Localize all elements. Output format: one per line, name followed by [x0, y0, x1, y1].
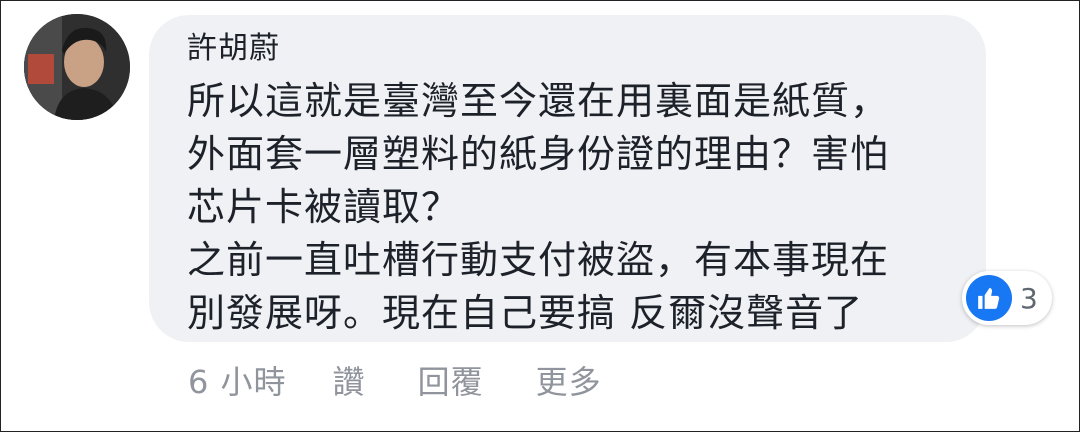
comment-text-line: 之前一直吐槽行動支付被盜，有本事現在 — [187, 238, 890, 282]
comment-bubble: 許胡蔚 所以這就是臺灣至今還在用裏面是紙質， 外面套一層塑料的紙身份證的理由？害… — [149, 15, 986, 342]
comment-timestamp[interactable]: 6 小時 — [188, 357, 287, 403]
comment-text-line: 芯片卡被讀取？ — [187, 185, 461, 229]
comment-text-line: 所以這就是臺灣至今還在用裏面是紙質， — [187, 79, 890, 123]
avatar[interactable] — [24, 14, 130, 120]
like-link[interactable]: 讚 — [333, 357, 366, 403]
comment-text-line: 外面套一層塑料的紙身份證的理由？害怕 — [187, 132, 890, 176]
like-icon — [966, 275, 1012, 321]
more-link[interactable]: 更多 — [536, 357, 602, 403]
comment-text-line: 別發展呀。現在自己要搞 反爾沒聲音了 — [187, 291, 864, 335]
avatar-photo — [24, 14, 130, 120]
reply-link[interactable]: 回覆 — [418, 357, 484, 403]
comment-author[interactable]: 許胡蔚 — [187, 29, 956, 69]
comment-actions: 6 小時 讚 回覆 更多 — [188, 357, 654, 403]
reaction-summary[interactable]: 3 — [962, 271, 1052, 325]
reaction-count: 3 — [1020, 281, 1038, 315]
